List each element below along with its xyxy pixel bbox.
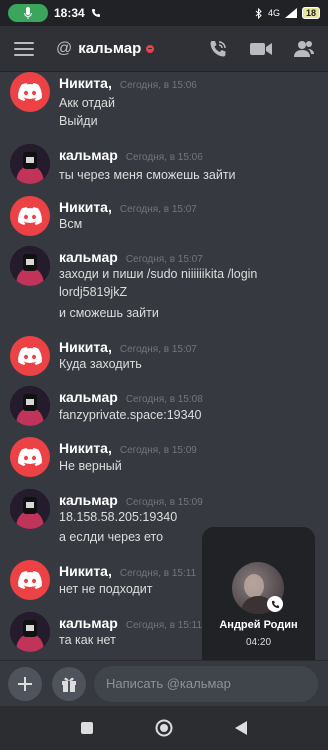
menu-icon[interactable] — [14, 41, 34, 56]
discord-logo-icon — [18, 347, 42, 365]
author-name[interactable]: Никита, — [59, 75, 112, 91]
gift-button[interactable] — [52, 667, 86, 701]
message-text: нет не подходит — [59, 582, 153, 596]
timestamp: Сегодня, в 15:06 — [119, 80, 197, 91]
author-name[interactable]: кальмар — [59, 147, 118, 163]
add-attachment-button[interactable] — [8, 667, 42, 701]
timestamp: Сегодня, в 15:11 — [125, 620, 203, 631]
mic-icon — [24, 7, 32, 19]
call-timer: 04:20 — [245, 637, 272, 648]
timestamp: Сегодня, в 15:06 — [125, 152, 203, 163]
timestamp: Сегодня, в 15:08 — [125, 394, 203, 405]
author-name[interactable]: кальмар — [59, 492, 118, 508]
message-text: Акк отдай — [59, 96, 115, 110]
channel-title: кальмар — [78, 40, 142, 57]
message-text: Не верный — [59, 459, 122, 473]
channel-header: @ кальмар — [0, 26, 328, 72]
avatar[interactable] — [10, 196, 50, 236]
back-icon[interactable] — [235, 721, 247, 735]
message-text: Выйди — [59, 114, 98, 128]
discord-logo-icon — [18, 571, 42, 589]
status-time: 18:34 — [54, 6, 85, 20]
author-name[interactable]: кальмар — [59, 615, 118, 631]
timestamp: Сегодня, в 15:07 — [125, 254, 203, 265]
avatar[interactable] — [10, 560, 50, 600]
home-icon[interactable] — [155, 719, 173, 737]
timestamp: Сегодня, в 15:11 — [119, 568, 197, 579]
author-name[interactable]: Никита, — [59, 339, 112, 355]
squid-game-icon — [10, 246, 50, 286]
squid-game-icon — [10, 612, 50, 652]
discord-logo-icon — [18, 448, 42, 466]
message-input[interactable]: Написать @кальмар — [94, 666, 318, 702]
message-text: ты через меня сможешь зайти — [59, 168, 236, 182]
squid-game-icon — [10, 489, 50, 529]
squid-game-icon — [10, 144, 50, 184]
recents-icon[interactable] — [81, 722, 93, 734]
avatar[interactable] — [10, 144, 50, 184]
bluetooth-icon — [255, 7, 262, 19]
message-text: 18.158.58.205:19340 — [59, 510, 178, 524]
system-nav-bar — [0, 706, 328, 750]
plus-icon — [18, 677, 32, 691]
author-name[interactable]: Никита, — [59, 199, 112, 215]
dnd-status-icon — [146, 44, 155, 53]
avatar[interactable] — [10, 489, 50, 529]
battery-icon: 18 — [301, 7, 320, 19]
gift-icon — [62, 677, 76, 692]
avatar[interactable] — [10, 246, 50, 286]
discord-logo-icon — [18, 83, 42, 101]
status-bar: 18:34 4G 18 — [0, 0, 328, 26]
at-symbol: @ — [56, 39, 73, 57]
message-text: fanzyprivate.space:19340 — [59, 408, 202, 422]
mic-indicator[interactable] — [8, 4, 48, 22]
message-text: lordj5819jkZ — [59, 285, 128, 299]
author-name[interactable]: Никита, — [59, 563, 112, 579]
timestamp: Сегодня, в 15:09 — [119, 445, 197, 456]
call-icon[interactable] — [208, 39, 228, 59]
signal-icon — [284, 8, 297, 18]
message-text: та как нет — [59, 633, 116, 647]
members-icon[interactable] — [294, 40, 314, 58]
avatar[interactable] — [10, 612, 50, 652]
avatar[interactable] — [10, 386, 50, 426]
timestamp: Сегодня, в 15:07 — [119, 344, 197, 355]
author-name[interactable]: Никита, — [59, 440, 112, 456]
message-text: Всм — [59, 217, 83, 231]
avatar[interactable] — [10, 72, 50, 112]
author-name[interactable]: кальмар — [59, 249, 118, 265]
message-text: и сможешь зайти — [59, 306, 159, 320]
avatar[interactable] — [10, 336, 50, 376]
message-text: Куда заходить — [59, 357, 142, 371]
timestamp: Сегодня, в 15:07 — [119, 204, 197, 215]
video-icon[interactable] — [250, 41, 272, 57]
squid-game-icon — [10, 386, 50, 426]
message-input-bar: Написать @кальмар — [0, 660, 328, 706]
phone-icon — [267, 596, 283, 612]
author-name[interactable]: кальмар — [59, 389, 118, 405]
network-type: 4G — [267, 8, 280, 18]
message-text: заходи и пиши /sudo niiiiiikita /login — [59, 267, 258, 281]
message-text: а еслди через ето — [59, 530, 164, 544]
caller-name: Андрей Родин — [219, 619, 298, 631]
phone-icon — [91, 9, 100, 17]
timestamp: Сегодня, в 15:09 — [125, 497, 203, 508]
discord-logo-icon — [18, 207, 42, 225]
avatar[interactable] — [10, 437, 50, 477]
